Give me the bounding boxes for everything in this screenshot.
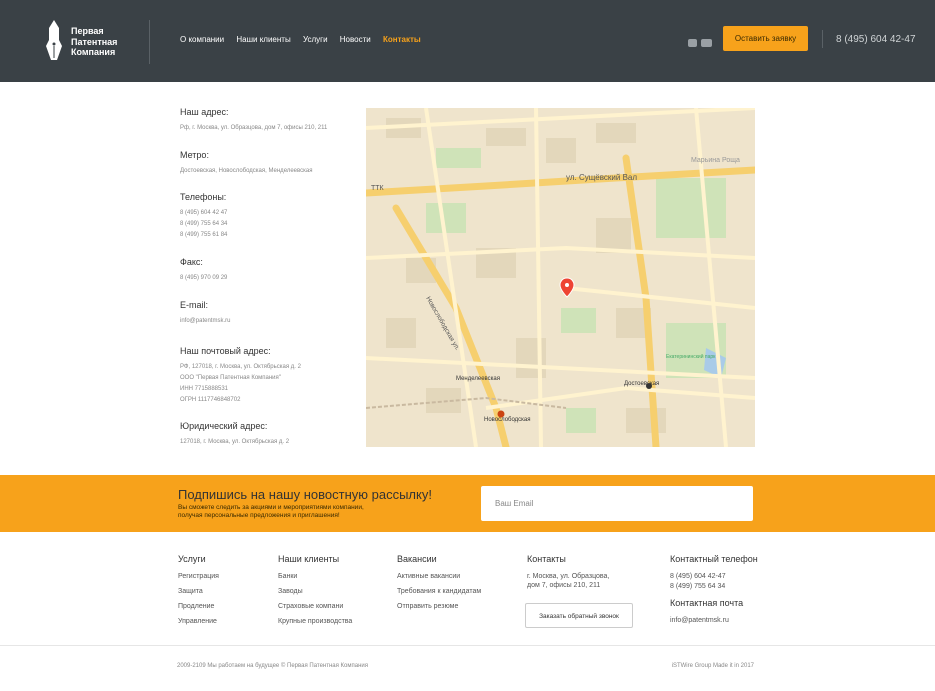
footer-link[interactable]: Регистрация bbox=[178, 573, 219, 580]
postal-line: ООО "Первая Патентная Компания" bbox=[180, 375, 281, 381]
street-label: ул. Сущёвский Вал bbox=[566, 173, 637, 182]
park-area bbox=[566, 408, 596, 433]
footer-link[interactable]: Заводы bbox=[278, 588, 352, 595]
postal-block: Наш почтовый адрес: РФ, 127018, г. Москв… bbox=[180, 346, 301, 406]
location-map[interactable]: ул. Сущёвский Вал ТТК Новослободская ул.… bbox=[366, 108, 755, 447]
nav-about[interactable]: О компании bbox=[180, 35, 224, 44]
metro-label: Метро: bbox=[180, 150, 209, 160]
logo-line: Первая bbox=[71, 26, 104, 36]
header-phone[interactable]: 8 (495) 604 42-47 bbox=[836, 34, 916, 45]
park-area bbox=[426, 203, 466, 233]
park-area bbox=[561, 308, 596, 333]
park-label: Екатерининский парк bbox=[666, 353, 716, 360]
footer-address-line: дом 7, офисы 210, 211 bbox=[527, 582, 601, 589]
youtube-icon[interactable] bbox=[701, 39, 712, 47]
legal-value: 127018, г. Москва, ул. Октябрьская д. 2 bbox=[180, 439, 290, 445]
phones-block: Телефоны: 8 (495) 604 42 47 8 (499) 755 … bbox=[180, 192, 227, 241]
credits-link[interactable]: iSTWire Group Made it in 2017 bbox=[672, 663, 754, 669]
subscribe-text-line: Вы сможете следить за акциями и мероприя… bbox=[178, 504, 364, 511]
footer-col-phone: Контактный телефон 8 (495) 604 42-47 8 (… bbox=[670, 554, 758, 632]
nav-news[interactable]: Новости bbox=[340, 35, 371, 44]
subscribe-text-line: получая персональные предложения и пригл… bbox=[178, 512, 340, 519]
footer-link[interactable]: Управление bbox=[178, 618, 219, 625]
phone-item[interactable]: 8 (499) 755 61 84 bbox=[180, 230, 227, 241]
logo-text: Первая Патентная Компания bbox=[71, 26, 151, 58]
metro-marker-icon bbox=[497, 410, 505, 418]
footer-link[interactable]: Активные вакансии bbox=[397, 573, 481, 580]
footer-col-title: Контакты bbox=[527, 554, 566, 564]
subscribe-text: Вы сможете следить за акциями и мероприя… bbox=[178, 504, 364, 520]
email-value[interactable]: info@patentmsk.ru bbox=[180, 316, 230, 327]
footer-col-title: Вакансии bbox=[397, 554, 437, 564]
area-label: Марьина Роща bbox=[691, 157, 740, 164]
footer-col-vacancies: Вакансии Активные вакансии Требования к … bbox=[397, 554, 481, 618]
phones-label: Телефоны: bbox=[180, 192, 227, 202]
email-block: E-mail: info@patentmsk.ru bbox=[180, 300, 230, 327]
footer-phone[interactable]: 8 (495) 604 42-47 bbox=[670, 573, 758, 580]
postal-line: РФ, 127018, г. Москва, ул. Октябрьская д… bbox=[180, 364, 301, 370]
logo-line: Компания bbox=[71, 47, 116, 57]
phone-item[interactable]: 8 (495) 604 42 47 bbox=[180, 208, 227, 219]
footer-col-title: Контактная почта bbox=[670, 598, 744, 608]
instagram-icon[interactable] bbox=[688, 39, 697, 47]
fax-label: Факс: bbox=[180, 257, 203, 267]
metro-label: Менделеевская bbox=[456, 376, 500, 382]
main-nav: О компании Наши клиенты Услуги Новости К… bbox=[180, 35, 431, 44]
header-divider bbox=[149, 20, 150, 64]
footer-link[interactable]: Отправить резюме bbox=[397, 603, 481, 610]
footer-link[interactable]: Требования к кандидатам bbox=[397, 588, 481, 595]
footer-divider bbox=[0, 645, 935, 646]
footer-address-line: г. Москва, ул. Образцова, bbox=[527, 573, 610, 580]
footer-col-title: Контактный телефон bbox=[670, 554, 758, 564]
metro-marker-icon bbox=[646, 383, 652, 389]
request-button[interactable]: Оставить заявку bbox=[723, 26, 808, 51]
footer-col-services: Услуги Регистрация Защита Продление Упра… bbox=[178, 554, 219, 633]
logo-line: Патентная bbox=[71, 36, 118, 47]
park-area bbox=[436, 148, 481, 168]
footer-col-title: Наши клиенты bbox=[278, 554, 340, 564]
subscribe-email-input[interactable]: Ваш Email bbox=[481, 486, 753, 521]
footer-link[interactable]: Продление bbox=[178, 603, 219, 610]
postal-line: ИНН 7715888531 bbox=[180, 386, 229, 392]
footer-col-title: Услуги bbox=[178, 554, 206, 564]
address-label: Наш адрес: bbox=[180, 107, 229, 117]
email-label: E-mail: bbox=[180, 300, 209, 310]
fax-block: Факс: 8 (495) 970 09 29 bbox=[180, 257, 227, 284]
legal-block: Юридический адрес: 127018, г. Москва, ул… bbox=[180, 421, 289, 448]
footer-col-clients: Наши клиенты Банки Заводы Страховые комп… bbox=[278, 554, 352, 633]
metro-block: Метро: Достоевская, Новослободская, Менд… bbox=[180, 150, 312, 177]
site-header: Первая Патентная Компания О компании Наш… bbox=[0, 0, 935, 82]
social-links bbox=[688, 34, 716, 52]
footer-phone[interactable]: 8 (499) 755 64 34 bbox=[670, 583, 758, 590]
footer-link[interactable]: Страховые компани bbox=[278, 603, 352, 610]
subscribe-title: Подпишись на нашу новостную рассылку! bbox=[178, 487, 432, 502]
nav-services[interactable]: Услуги bbox=[303, 35, 328, 44]
ttk-label: ТТК bbox=[371, 185, 385, 192]
metro-label: Новослободская bbox=[484, 417, 531, 423]
footer-link[interactable]: Банки bbox=[278, 573, 352, 580]
fax-value: 8 (495) 970 09 29 bbox=[180, 275, 228, 281]
subscribe-banner: Подпишись на нашу новостную рассылку! Вы… bbox=[0, 475, 935, 532]
footer-link[interactable]: Защита bbox=[178, 588, 219, 595]
postal-line: ОГРН 1117746848702 bbox=[180, 397, 241, 403]
phone-divider bbox=[822, 30, 823, 48]
callback-button[interactable]: Заказать обратный звонок bbox=[525, 603, 633, 628]
legal-label: Юридический адрес: bbox=[180, 421, 268, 431]
footer-col-contacts: Контакты г. Москва, ул. Образцова, дом 7… bbox=[527, 554, 609, 597]
park-area bbox=[656, 178, 726, 238]
copyright: 2009-2109 Мы работаем на будущее © Перва… bbox=[177, 663, 369, 669]
map-canvas: ул. Сущёвский Вал ТТК Новослободская ул.… bbox=[366, 108, 755, 447]
nav-clients[interactable]: Наши клиенты bbox=[236, 35, 290, 44]
metro-label: Достоевская bbox=[624, 381, 659, 387]
nav-contacts[interactable]: Контакты bbox=[383, 35, 421, 44]
address-value: Рф, г. Москва, ул. Образцова, дом 7, офи… bbox=[180, 125, 328, 131]
phone-item[interactable]: 8 (499) 755 64 34 bbox=[180, 219, 227, 230]
footer-email[interactable]: info@patentmsk.ru bbox=[670, 617, 758, 624]
pen-nib-icon bbox=[46, 20, 62, 60]
footer-link[interactable]: Крупные производства bbox=[278, 618, 352, 625]
postal-label: Наш почтовый адрес: bbox=[180, 346, 271, 356]
address-block: Наш адрес: Рф, г. Москва, ул. Образцова,… bbox=[180, 107, 327, 134]
metro-value: Достоевская, Новослободская, Менделеевск… bbox=[180, 168, 313, 174]
